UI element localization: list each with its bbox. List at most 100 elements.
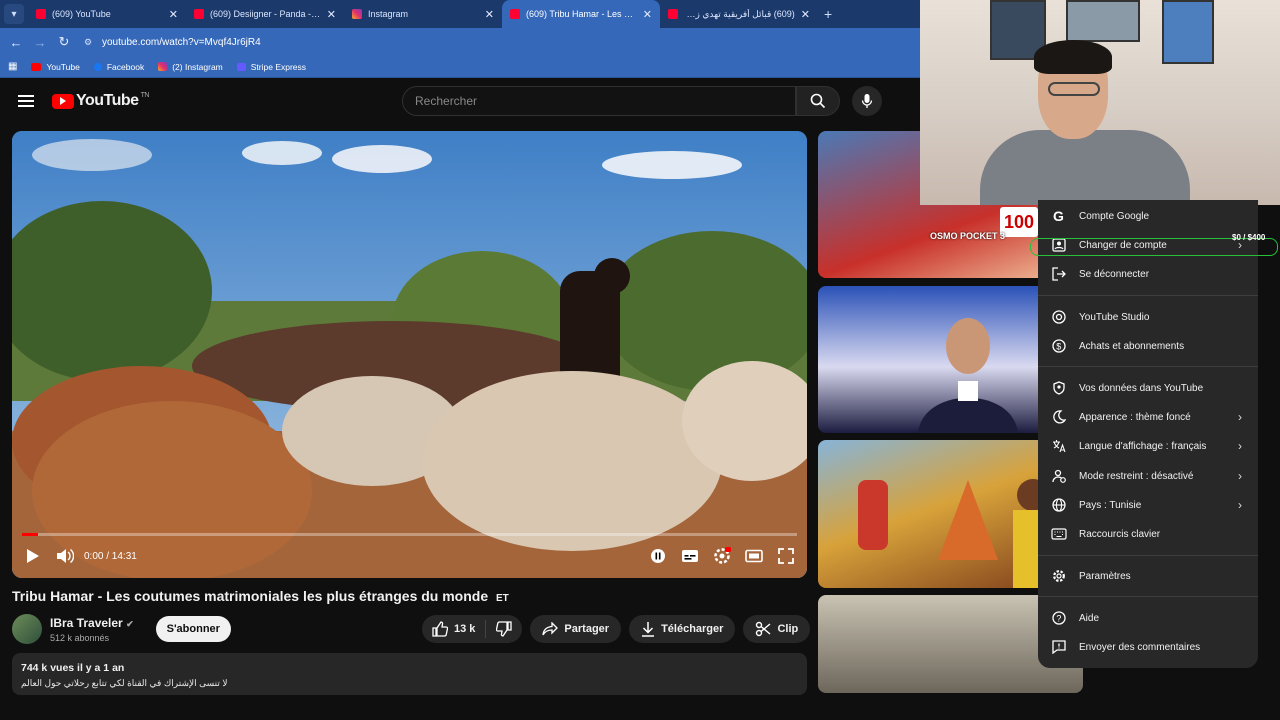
close-tab-icon[interactable]: ✕: [169, 8, 178, 21]
forward-arrow-icon[interactable]: →: [28, 35, 52, 50]
volume-button[interactable]: [56, 547, 74, 565]
play-icon: [27, 549, 39, 563]
menu-item-keyboard-shortcuts[interactable]: Raccourcis clavier: [1038, 520, 1258, 548]
close-tab-icon[interactable]: ✕: [327, 8, 336, 21]
video-title-suffix: ET: [496, 593, 509, 604]
subtitles-button[interactable]: [681, 547, 699, 565]
subscribe-button[interactable]: S'abonner: [155, 616, 231, 642]
fullscreen-button[interactable]: [777, 547, 795, 565]
channel-avatar[interactable]: [12, 614, 42, 644]
chevron-right-icon: ›: [1238, 439, 1242, 453]
menu-item-label: Se déconnecter: [1079, 268, 1150, 280]
facebook-icon: [93, 62, 102, 71]
play-button[interactable]: [24, 547, 42, 565]
autoplay-toggle[interactable]: [649, 547, 667, 565]
search-icon: [810, 93, 826, 109]
url-field[interactable]: ⚙ youtube.com/watch?v=Mvqf4Jr6jR4: [84, 32, 920, 52]
account-menu: G Compte Google Changer de compte › Se d…: [1038, 200, 1258, 668]
back-arrow-icon[interactable]: ←: [4, 35, 28, 50]
apps-grid-icon[interactable]: ▦: [8, 61, 17, 72]
menu-item-google-account[interactable]: G Compte Google: [1038, 202, 1258, 230]
youtube-logo[interactable]: YouTube TN: [52, 92, 149, 110]
channel-name-text: IBra Traveler: [50, 615, 123, 630]
close-tab-icon[interactable]: ✕: [643, 8, 652, 21]
svg-text:$: $: [1056, 342, 1061, 352]
wall-poster: [1162, 0, 1214, 64]
google-icon: G: [1050, 207, 1068, 225]
close-tab-icon[interactable]: ✕: [801, 8, 810, 21]
tab-arabic-video[interactable]: (609) قبائل أفريقية تهدي زوجاتها ✕: [660, 0, 818, 28]
studio-icon: [1050, 308, 1068, 326]
bookmark-instagram[interactable]: (2) Instagram: [158, 62, 223, 72]
search-input[interactable]: Rechercher: [402, 86, 796, 116]
download-button[interactable]: Télécharger: [629, 615, 736, 643]
share-button[interactable]: Partager: [530, 615, 622, 643]
shield-icon: [1050, 379, 1068, 397]
menu-item-help[interactable]: ? Aide: [1038, 604, 1258, 632]
person-body: [980, 130, 1190, 205]
chevron-right-icon: ›: [1238, 498, 1242, 512]
video-player[interactable]: 0:00 / 14:31: [12, 131, 807, 578]
svg-text:?: ?: [1056, 614, 1061, 624]
menu-item-language[interactable]: Langue d'affichage : français ›: [1038, 432, 1258, 460]
chevron-right-icon: ›: [1238, 469, 1242, 483]
bookmark-label: (2) Instagram: [172, 61, 223, 72]
webcam-overlay: [920, 0, 1280, 205]
bookmark-youtube[interactable]: YouTube: [31, 62, 80, 72]
tab-label: (609) قبائل أفريقية تهدي زوجاتها: [684, 8, 795, 19]
bookmark-stripe-express[interactable]: Stripe Express: [236, 62, 306, 72]
menu-divider: [1038, 295, 1258, 296]
browser-tab-strip: ▾ (609) YouTube ✕ (609) Desiigner - Pand…: [0, 0, 920, 28]
dislike-button[interactable]: [486, 621, 522, 637]
search-button[interactable]: [796, 86, 840, 116]
settings-button[interactable]: [713, 547, 731, 565]
tab-desiigner-panda[interactable]: (609) Desiigner - Panda - YouTube ✕: [186, 0, 344, 28]
view-count-date: 744 k vues il y a 1 an: [21, 662, 125, 674]
hamburger-menu-icon[interactable]: [18, 92, 34, 110]
download-label: Télécharger: [661, 623, 724, 635]
restricted-icon: [1050, 467, 1068, 485]
theater-mode-button[interactable]: [745, 547, 763, 565]
menu-item-country[interactable]: Pays : Tunisie ›: [1038, 491, 1258, 519]
tab-youtube-home[interactable]: (609) YouTube ✕: [28, 0, 186, 28]
menu-item-youtube-studio[interactable]: YouTube Studio: [1038, 303, 1258, 331]
channel-name[interactable]: IBra Traveler ✔: [50, 616, 134, 630]
person-glasses: [1048, 82, 1100, 96]
site-info-icon[interactable]: ⚙: [84, 37, 96, 48]
menu-item-label: Envoyer des commentaires: [1079, 641, 1201, 653]
bookmark-facebook[interactable]: Facebook: [93, 61, 145, 72]
voice-search-button[interactable]: [852, 86, 882, 116]
menu-item-sign-out[interactable]: Se déconnecter: [1038, 260, 1258, 288]
bookmarks-bar: ▦ YouTube Facebook (2) Instagram Stripe …: [0, 56, 920, 78]
reload-icon[interactable]: ↻: [52, 34, 76, 50]
thumbs-up-icon: [432, 621, 448, 637]
chevron-right-icon: ›: [1238, 410, 1242, 424]
tab-tribu-hamar[interactable]: (609) Tribu Hamar - Les coutumes ✕: [502, 0, 660, 28]
menu-item-restricted-mode[interactable]: Mode restreint : désactivé ›: [1038, 462, 1258, 490]
gear-icon: [714, 547, 731, 564]
description-text: لا تنسى الإشتراك في القناة لكي تتابع رحل…: [21, 678, 228, 688]
menu-item-purchases[interactable]: $ Achats et abonnements: [1038, 332, 1258, 360]
search-placeholder: Rechercher: [415, 94, 478, 108]
menu-item-feedback[interactable]: Envoyer des commentaires: [1038, 633, 1258, 661]
menu-item-label: Langue d'affichage : français: [1079, 440, 1207, 452]
menu-item-appearance[interactable]: Apparence : thème foncé ›: [1038, 403, 1258, 431]
menu-item-label: Mode restreint : désactivé: [1079, 470, 1194, 482]
menu-item-settings[interactable]: Paramètres: [1038, 562, 1258, 590]
tab-search-chevron-icon[interactable]: ▾: [4, 4, 24, 24]
help-icon: ?: [1050, 609, 1068, 627]
menu-item-your-data[interactable]: Vos données dans YouTube: [1038, 374, 1258, 402]
close-tab-icon[interactable]: ✕: [485, 8, 494, 21]
theater-icon: [745, 549, 763, 563]
clip-button[interactable]: Clip: [743, 615, 811, 643]
tab-instagram[interactable]: Instagram ✕: [344, 0, 502, 28]
like-button[interactable]: 13 k: [422, 620, 487, 638]
menu-divider: [1038, 596, 1258, 597]
description-box[interactable]: 744 k vues il y a 1 an لا تنسى الإشتراك …: [12, 653, 807, 695]
thumbs-down-icon: [496, 621, 513, 637]
new-tab-icon[interactable]: +: [824, 6, 832, 22]
bookmark-label: Facebook: [106, 61, 145, 72]
subtitles-icon: [682, 550, 698, 562]
scissors-icon: [756, 621, 771, 637]
address-bar-row: ← → ↻ ⚙ youtube.com/watch?v=Mvqf4Jr6jR4: [0, 28, 920, 56]
